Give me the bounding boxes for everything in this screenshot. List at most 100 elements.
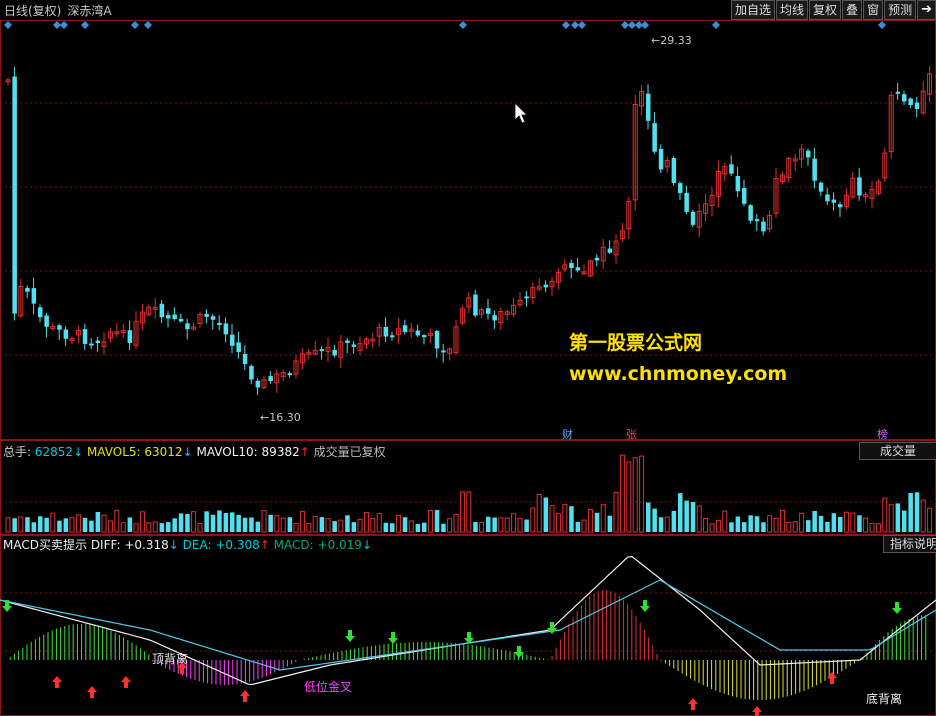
candle-body (806, 150, 811, 158)
low-golden-cross-label: 低位金叉 (304, 680, 353, 694)
volume-bar (12, 518, 17, 532)
candle-body (63, 329, 69, 339)
volume-bar (268, 514, 273, 532)
indicator-help-button[interactable]: 指标说明 (883, 535, 936, 553)
buy-arrow-icon (752, 706, 762, 716)
rank-list-marker[interactable]: 榜 (876, 426, 889, 442)
sell-arrow-icon (640, 600, 650, 612)
signal-diamond (621, 21, 629, 29)
signal-diamond (131, 21, 139, 29)
volume-bar (210, 514, 216, 532)
candlesticks (5, 66, 933, 396)
volume-bar (895, 503, 901, 532)
volume-bar (838, 516, 843, 532)
volume-bar (453, 513, 459, 533)
candle-body (345, 340, 350, 343)
volume-bar (178, 513, 184, 532)
volume-bar (504, 517, 510, 533)
buy-arrow-icon (827, 672, 837, 684)
candle-body (422, 335, 427, 338)
candle-body (402, 325, 408, 332)
volume-bar (722, 510, 728, 533)
volume-bar (486, 516, 491, 532)
candle-body (159, 303, 165, 318)
volume-bar (806, 520, 811, 532)
chart-canvas[interactable] (0, 0, 936, 716)
candle-body (524, 296, 529, 299)
volume-bar (242, 517, 248, 532)
candle-body (857, 177, 862, 196)
high-price-label: ←29.33 (651, 34, 692, 47)
volume-bar (479, 522, 485, 533)
candle-body (268, 376, 273, 382)
signal-diamond (641, 21, 649, 29)
volume-bar (459, 491, 465, 533)
volume-bar (530, 507, 536, 533)
volume-bar (863, 517, 869, 533)
volume-bar (792, 521, 798, 533)
candle-body (543, 284, 549, 288)
volume-bar (325, 518, 331, 533)
volume-bar (920, 499, 926, 533)
candle-body (434, 330, 440, 349)
candle-body (825, 194, 830, 202)
volume-bar (543, 497, 549, 532)
volume-bar (664, 516, 670, 533)
volume-bar (75, 514, 81, 533)
buy-arrow-icon (240, 690, 250, 702)
volume-bar (5, 517, 11, 533)
finance-marker[interactable]: 财 (561, 426, 574, 442)
candle-body (914, 102, 920, 109)
candle-body (818, 182, 824, 192)
volume-bar (299, 510, 305, 533)
volume-bar (786, 521, 792, 533)
candle-body (383, 326, 389, 337)
watermark-url: www.chnmoney.com (569, 363, 788, 385)
candle-body (761, 221, 766, 232)
volume-bar (652, 508, 657, 532)
volume-bar (639, 455, 645, 533)
total-volume-label: 总手: (3, 445, 32, 459)
volume-bar (114, 510, 120, 533)
volume-bar (89, 520, 94, 532)
volume-bar (415, 523, 421, 532)
volume-bar (152, 521, 158, 533)
volume-bar (587, 509, 593, 533)
sell-arrow-icon (892, 602, 902, 614)
candle-body (690, 211, 696, 225)
candle-body (473, 294, 478, 316)
signal-arrows (2, 600, 902, 716)
volume-adjusted-note: 成交量已复权 (313, 445, 386, 459)
candle-body (172, 314, 177, 320)
sell-arrow-icon (345, 630, 355, 642)
candle-body (735, 176, 741, 192)
candle-body (287, 373, 293, 376)
volume-bar (395, 514, 401, 533)
volume-bar (31, 522, 37, 532)
volume-bar (172, 518, 177, 532)
candle-body (230, 334, 235, 346)
volume-bar (473, 521, 478, 532)
volume-bar (703, 517, 709, 533)
volume-bar (626, 461, 632, 533)
candle-body (831, 199, 837, 203)
volume-bar (658, 517, 664, 532)
volume-indicator-button[interactable]: 成交量 (859, 442, 936, 460)
candle-body (217, 322, 222, 325)
volume-bar (376, 512, 382, 533)
candle-body (82, 329, 88, 344)
candle-body (249, 365, 254, 380)
volume-bar (274, 515, 280, 533)
candle-body (748, 205, 753, 221)
sell-arrow-icon (388, 632, 398, 644)
candle-body (908, 98, 913, 106)
limit-up-marker[interactable]: 张 (625, 426, 638, 442)
volume-bar (332, 521, 337, 532)
volume-bar (632, 457, 638, 533)
macd-histogram (9, 590, 927, 700)
signal-diamond (571, 21, 579, 29)
volume-bar (280, 517, 286, 533)
volume-bar (908, 492, 913, 532)
candle-body (902, 94, 907, 102)
volume-bar (742, 522, 747, 532)
